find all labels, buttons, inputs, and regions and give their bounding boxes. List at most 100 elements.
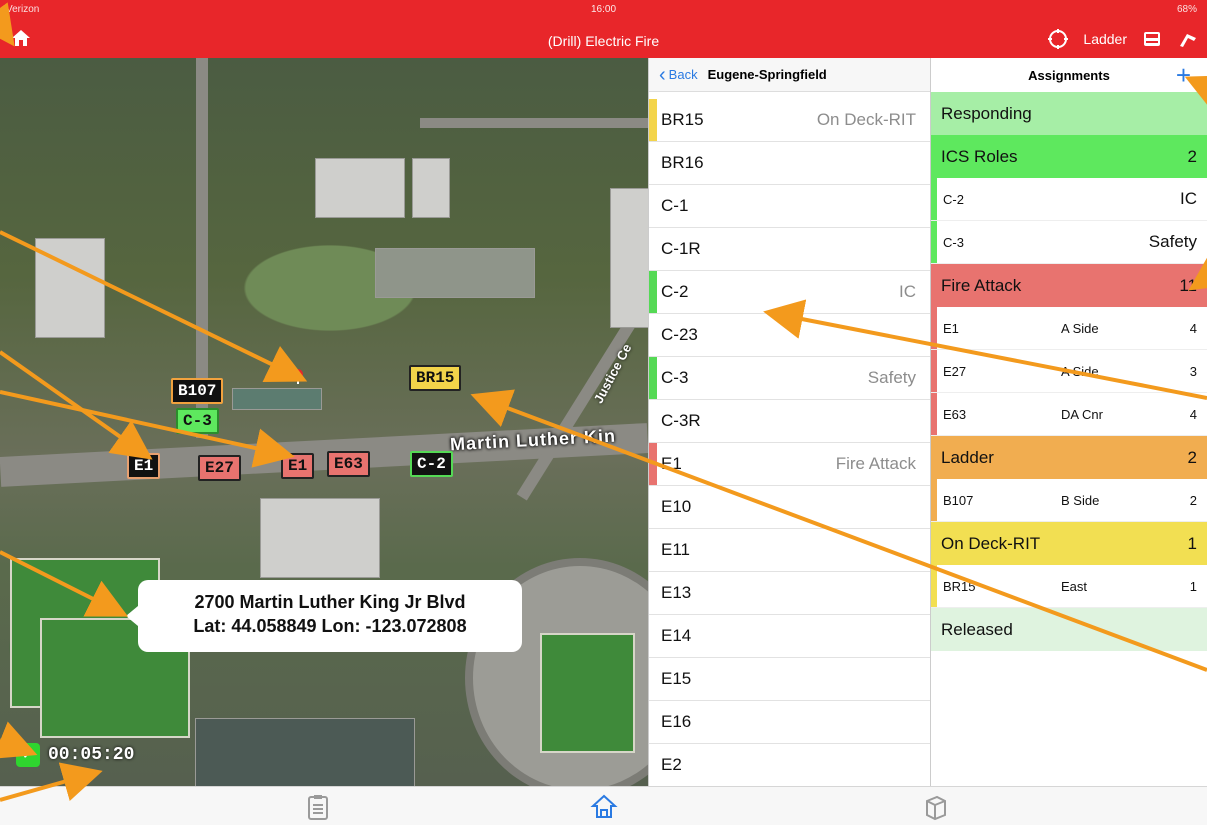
coordinates-line: Lat: 44.058849 Lon: -123.072808 bbox=[193, 616, 467, 636]
assignment-row[interactable]: E27 A Side 3 bbox=[931, 350, 1207, 393]
unit-list-item[interactable]: E14 bbox=[649, 615, 930, 658]
unit-name: C-3R bbox=[661, 411, 701, 430]
unit-list-item[interactable]: C-23 bbox=[649, 314, 930, 357]
map-marker-c2[interactable]: C-2 bbox=[410, 451, 453, 477]
unit-name: C-1 bbox=[661, 196, 689, 215]
ladder-label[interactable]: Ladder bbox=[1083, 31, 1127, 47]
color-bar bbox=[931, 393, 937, 435]
map-marker-c3[interactable]: C-3 bbox=[176, 408, 219, 434]
assignment-row[interactable]: C-2 IC bbox=[931, 178, 1207, 221]
clipboard-icon[interactable] bbox=[304, 793, 332, 821]
unit-assignment: IC bbox=[899, 282, 916, 301]
group-responding[interactable]: Responding bbox=[931, 92, 1207, 135]
unit-assignment: On Deck-RIT bbox=[816, 110, 916, 129]
color-bar bbox=[931, 307, 937, 349]
unit-assignment: Safety bbox=[867, 368, 916, 387]
color-bar bbox=[931, 178, 937, 220]
unit-list-item[interactable]: E11 bbox=[649, 529, 930, 572]
fire-location-pin-icon[interactable] bbox=[290, 368, 306, 384]
resources-icon[interactable] bbox=[922, 793, 950, 821]
address-callout: 2700 Martin Luther King Jr Blvd Lat: 44.… bbox=[126, 580, 522, 652]
row-role: IC bbox=[1180, 189, 1197, 208]
group-count: 2 bbox=[1187, 146, 1197, 166]
unit-list-item[interactable]: E13 bbox=[649, 572, 930, 615]
unit-list-item[interactable]: C-3 Safety bbox=[649, 357, 930, 400]
map-marker-e1[interactable]: E1 bbox=[127, 453, 161, 479]
assignment-color-bar bbox=[649, 443, 657, 485]
unit-list-item[interactable]: E15 bbox=[649, 658, 930, 701]
assignment-color-bar bbox=[649, 357, 657, 399]
color-bar bbox=[931, 350, 937, 392]
assignment-row[interactable]: E1 A Side 4 bbox=[931, 307, 1207, 350]
color-bar bbox=[931, 479, 937, 521]
group-ladder[interactable]: Ladder 2 bbox=[931, 436, 1207, 479]
assignment-row[interactable]: B107 B Side 2 bbox=[931, 479, 1207, 522]
add-assignment-button[interactable]: + bbox=[1176, 60, 1191, 91]
unit-name: BR16 bbox=[661, 153, 704, 172]
map-road bbox=[516, 307, 644, 501]
assignment-row[interactable]: C-3 Safety bbox=[931, 221, 1207, 264]
assignment-row[interactable]: BR15 East 1 bbox=[931, 565, 1207, 608]
satellite-map[interactable]: Martin Luther Kin Justice Ce B107 C-3 BR… bbox=[0, 58, 648, 786]
unit-name: C-23 bbox=[661, 325, 698, 344]
map-field bbox=[540, 633, 635, 753]
assignment-row[interactable]: E63 DA Cnr 4 bbox=[931, 393, 1207, 436]
compass-icon[interactable] bbox=[1047, 28, 1069, 50]
unit-list-item[interactable]: C-1 bbox=[649, 185, 930, 228]
group-fire-attack[interactable]: Fire Attack 11 bbox=[931, 264, 1207, 307]
bottom-tab-bar bbox=[0, 786, 1207, 825]
assignment-color-bar bbox=[649, 99, 657, 141]
row-location: A Side bbox=[1061, 363, 1099, 379]
unit-name: C-3 bbox=[661, 368, 689, 387]
unit-list-item[interactable]: C-1R bbox=[649, 228, 930, 271]
map-building bbox=[315, 158, 405, 218]
unit-list-item[interactable]: E1 Fire Attack bbox=[649, 443, 930, 486]
unit-list-header: ‹ Back Eugene-Springfield bbox=[649, 58, 930, 92]
back-button[interactable]: ‹ Back bbox=[659, 65, 698, 85]
group-count: 1 bbox=[1187, 533, 1197, 553]
map-marker-b107[interactable]: B107 bbox=[171, 378, 224, 404]
color-bar bbox=[931, 221, 937, 263]
checkmark-icon[interactable]: ✓ bbox=[16, 743, 40, 767]
unit-name: E10 bbox=[661, 497, 692, 516]
map-marker-e1-2[interactable]: E1 bbox=[281, 453, 315, 479]
row-role: Safety bbox=[1148, 232, 1197, 251]
unit-name: E15 bbox=[661, 669, 692, 688]
map-building bbox=[375, 248, 535, 298]
map-marker-e27[interactable]: E27 bbox=[198, 455, 241, 481]
top-nav-bar: Verizon 16:00 68% (Drill) Electric Fire … bbox=[0, 0, 1207, 58]
unit-list-item[interactable]: C-3R bbox=[649, 400, 930, 443]
incident-home-icon[interactable] bbox=[590, 793, 618, 821]
row-count: 4 bbox=[1189, 406, 1197, 422]
incident-title: (Drill) Electric Fire bbox=[547, 33, 660, 49]
group-label: Fire Attack bbox=[941, 275, 1022, 295]
unit-list-item[interactable]: E2 bbox=[649, 744, 930, 786]
unit-name: E14 bbox=[661, 626, 692, 645]
map-building bbox=[232, 388, 322, 410]
incident-timer[interactable]: ✓ 00:05:20 bbox=[16, 742, 134, 768]
status-bar: Verizon 16:00 68% bbox=[0, 2, 1207, 18]
group-label: Released bbox=[941, 619, 1013, 639]
map-building bbox=[195, 718, 415, 786]
unit-list-item[interactable]: BR15 On Deck-RIT bbox=[649, 99, 930, 142]
back-label: Back bbox=[668, 67, 698, 82]
row-count: 1 bbox=[1189, 578, 1197, 594]
group-on-deck-rit[interactable]: On Deck-RIT 1 bbox=[931, 522, 1207, 565]
assignments-panel: Assignments + Responding ICS Roles 2 C-2… bbox=[930, 58, 1207, 786]
unit-name: E11 bbox=[661, 540, 690, 559]
hydrant-icon[interactable] bbox=[1177, 28, 1199, 50]
group-ics-roles[interactable]: ICS Roles 2 bbox=[931, 135, 1207, 178]
unit-list-item[interactable]: BR16 bbox=[649, 142, 930, 185]
map-building bbox=[35, 238, 105, 338]
map-marker-e63[interactable]: E63 bbox=[327, 451, 370, 477]
fire-truck-icon[interactable] bbox=[1141, 28, 1163, 50]
unit-list-item[interactable]: E10 bbox=[649, 486, 930, 529]
unit-list-item[interactable]: E16 bbox=[649, 701, 930, 744]
assignments-title: Assignments bbox=[1028, 67, 1110, 83]
group-label: Responding bbox=[941, 103, 1032, 123]
row-count: 4 bbox=[1189, 320, 1197, 336]
map-building bbox=[412, 158, 450, 218]
group-released[interactable]: Released bbox=[931, 608, 1207, 651]
map-marker-br15[interactable]: BR15 bbox=[409, 365, 462, 391]
unit-list-item[interactable]: C-2 IC bbox=[649, 271, 930, 314]
